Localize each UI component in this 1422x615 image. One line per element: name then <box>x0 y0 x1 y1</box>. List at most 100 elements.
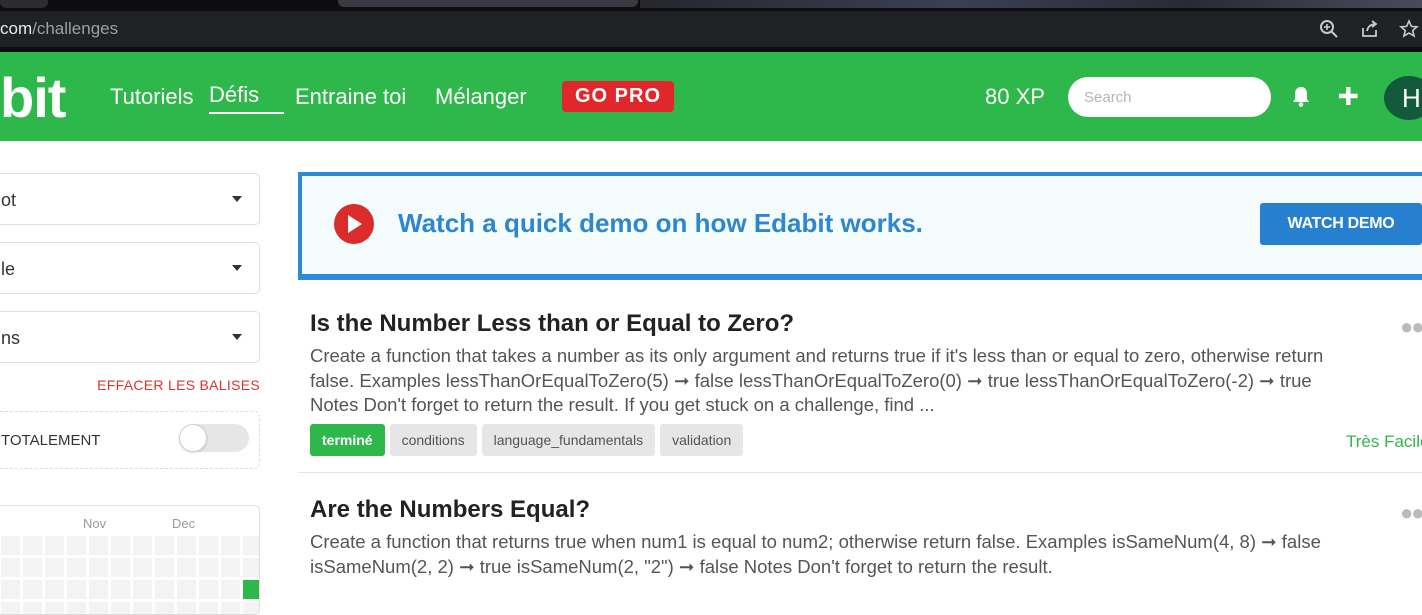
heatmap-cell <box>133 558 152 577</box>
more-options-icon[interactable]: ●● <box>1400 500 1422 526</box>
heatmap-cell <box>67 558 86 577</box>
heatmap-cell <box>221 580 240 599</box>
xp-counter: 80 XP <box>985 84 1045 109</box>
chevron-down-icon <box>232 265 242 271</box>
heatmap-cell <box>111 558 130 577</box>
chevron-down-icon <box>232 196 242 202</box>
heatmap-cell <box>243 536 259 555</box>
challenge-description: Create a function that takes a number as… <box>310 345 1324 415</box>
heatmap-cell <box>221 536 240 555</box>
language-select[interactable]: ot <box>0 173 260 225</box>
difficulty-select-value: le <box>1 259 16 279</box>
more-options-icon[interactable]: ●● <box>1400 314 1422 340</box>
demo-banner-text: Watch a quick demo on how Edabit works. <box>398 208 923 238</box>
heatmap-cell <box>155 602 174 614</box>
browser-tab[interactable] <box>640 0 1422 8</box>
heatmap-cell <box>67 602 86 614</box>
heatmap-cell <box>243 602 259 614</box>
url-text[interactable]: com/challenges <box>0 19 118 39</box>
heatmap-cell <box>177 536 196 555</box>
tag-completed[interactable]: terminé <box>310 424 385 456</box>
challenge-card[interactable]: Are the Numbers Equal? Create a function… <box>298 496 1422 606</box>
go-pro-button[interactable]: GO PRO <box>562 81 674 112</box>
bookmark-star-icon[interactable] <box>1398 19 1420 41</box>
demo-banner: Watch a quick demo on how Edabit works. … <box>298 172 1422 280</box>
activity-heatmap: Nov Dec <box>0 505 260 615</box>
tag[interactable]: validation <box>660 424 744 456</box>
heatmap-cell <box>23 602 42 614</box>
heatmap-cell <box>155 580 174 599</box>
heatmap-cell <box>45 602 64 614</box>
heatmap-cell <box>199 580 218 599</box>
heatmap-cell <box>23 536 42 555</box>
heatmap-cell <box>89 558 108 577</box>
heatmap-cell <box>1 536 20 555</box>
challenge-tags: terminé conditions language_fundamentals… <box>310 424 744 456</box>
tag[interactable]: conditions <box>389 424 477 456</box>
zoom-icon[interactable] <box>1318 19 1340 41</box>
play-icon[interactable] <box>334 204 374 244</box>
heatmap-cell <box>111 602 130 614</box>
address-bar[interactable]: com/challenges <box>0 11 1422 47</box>
heatmap-cell <box>23 580 42 599</box>
heatmap-cell <box>67 536 86 555</box>
heatmap-cell <box>1 558 20 577</box>
heatmap-cell <box>89 536 108 555</box>
heatmap-cell <box>155 558 174 577</box>
heatmap-cell <box>133 602 152 614</box>
heatmap-cell <box>155 536 174 555</box>
url-path: /challenges <box>32 19 119 38</box>
bell-icon[interactable] <box>1290 84 1314 110</box>
clear-tags-link[interactable]: EFFACER LES BALISES <box>97 377 260 393</box>
challenge-card[interactable]: Is the Number Less than or Equal to Zero… <box>298 310 1422 470</box>
search-input[interactable] <box>1068 77 1271 117</box>
language-select-value: ot <box>1 190 17 210</box>
chevron-down-icon <box>232 334 242 340</box>
heatmap-cell <box>221 602 240 614</box>
url-domain: com <box>0 19 33 38</box>
completed-filter-box: TOTALEMENT <box>0 411 260 469</box>
difficulty-label: Très Facile <box>1346 432 1422 451</box>
toggle-knob <box>179 424 207 452</box>
heatmap-cell <box>23 558 42 577</box>
heatmap-cell <box>67 580 86 599</box>
heatmap-cell <box>177 558 196 577</box>
heatmap-cell <box>199 558 218 577</box>
user-avatar[interactable]: H <box>1384 76 1422 120</box>
heatmap-cell <box>133 580 152 599</box>
browser-tab[interactable] <box>0 0 48 8</box>
watch-demo-button[interactable]: WATCH DEMO <box>1260 203 1422 245</box>
heatmap-cell <box>243 558 259 577</box>
heatmap-cell <box>1 602 20 614</box>
heatmap-cell <box>45 580 64 599</box>
tag[interactable]: language_fundamentals <box>481 424 656 456</box>
heatmap-cell <box>199 536 218 555</box>
tags-select-value: ns <box>1 328 21 348</box>
heatmap-month-label: Dec <box>172 516 196 531</box>
heatmap-cell <box>221 558 240 577</box>
nav-link-melanger[interactable]: Mélanger <box>435 84 527 110</box>
nav-link-tutoriels[interactable]: Tutoriels <box>110 84 194 110</box>
browser-tab-strip <box>0 0 1422 11</box>
plus-icon[interactable] <box>1337 84 1361 110</box>
heatmap-cell <box>45 536 64 555</box>
challenge-title[interactable]: Is the Number Less than or Equal to Zero… <box>310 310 794 338</box>
heatmap-cell <box>133 536 152 555</box>
heatmap-cell <box>89 580 108 599</box>
nav-link-defis[interactable]: Défis <box>209 82 284 114</box>
heatmap-cell <box>1 580 20 599</box>
challenge-title[interactable]: Are the Numbers Equal? <box>310 496 590 524</box>
heatmap-month-label: Nov <box>83 516 107 531</box>
heatmap-cell <box>45 558 64 577</box>
nav-link-entraine-toi[interactable]: Entraine toi <box>295 84 406 110</box>
completed-toggle[interactable] <box>179 424 249 452</box>
share-icon[interactable] <box>1359 19 1381 41</box>
heatmap-cell <box>89 602 108 614</box>
top-navbar: bit Tutoriels Défis Entraine toi Mélange… <box>0 52 1422 141</box>
divider <box>298 472 1422 473</box>
tags-select[interactable]: ns <box>0 311 260 363</box>
browser-tab[interactable] <box>338 0 638 7</box>
heatmap-cell <box>243 580 259 599</box>
difficulty-select[interactable]: le <box>0 242 260 294</box>
edabit-logo[interactable]: bit <box>0 70 66 126</box>
